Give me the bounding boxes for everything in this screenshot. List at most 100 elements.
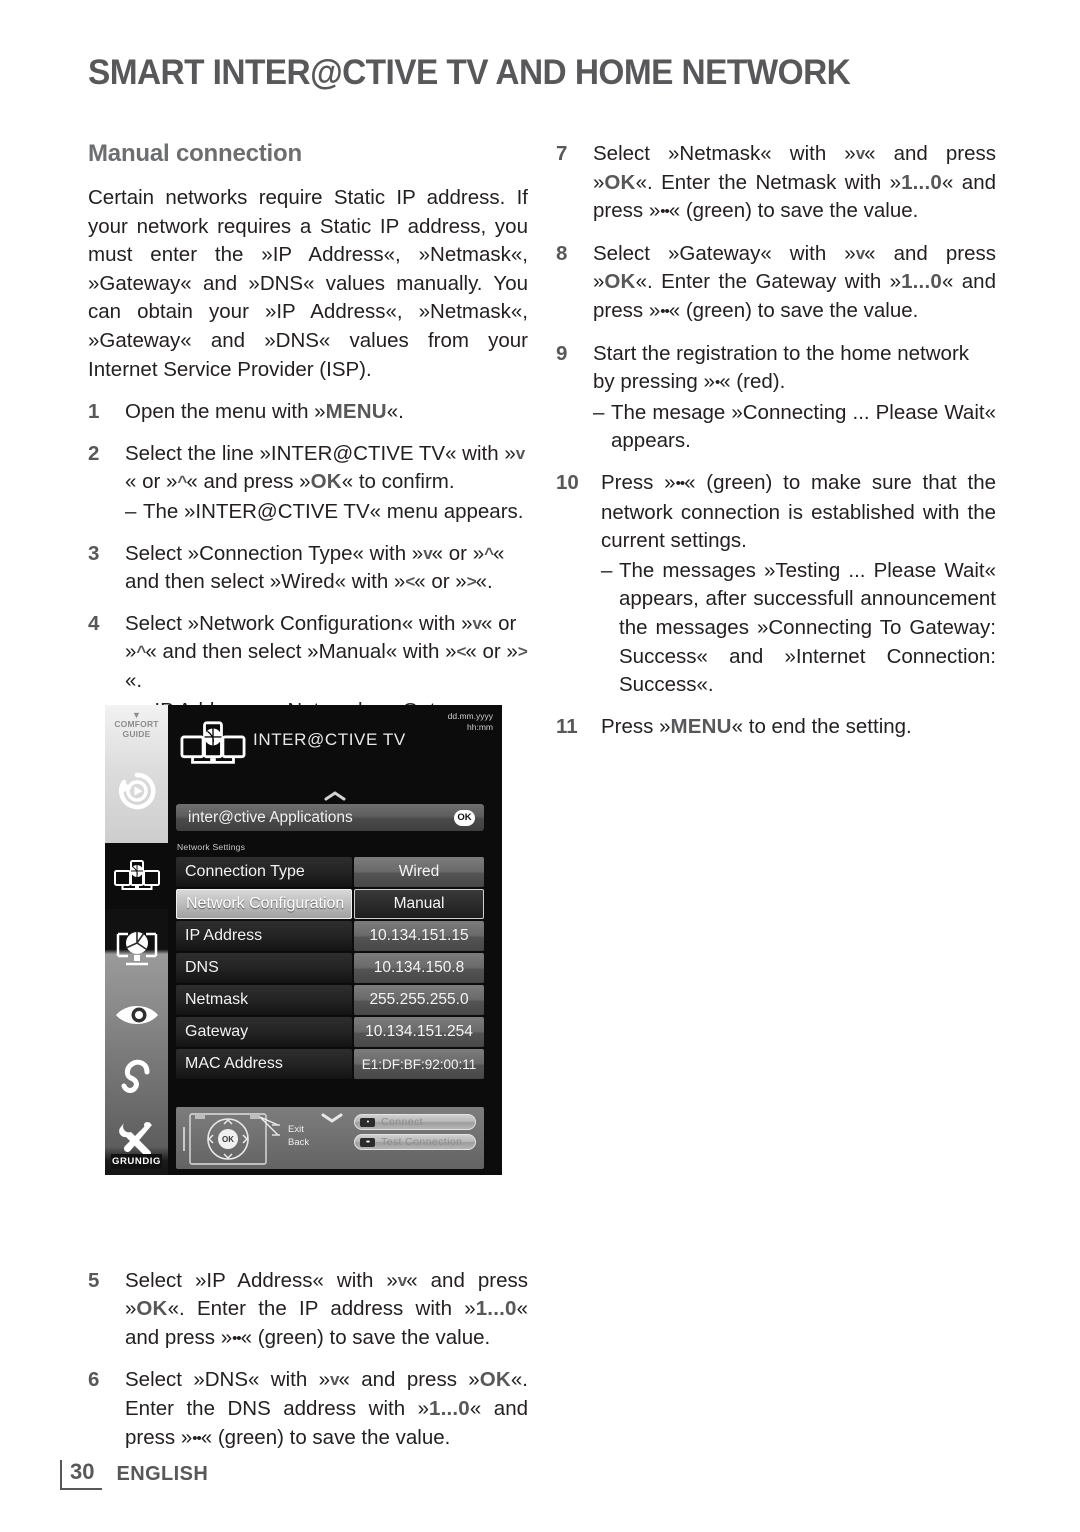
- step-text-part: Press »: [601, 470, 676, 494]
- arrow-down-icon: v: [855, 243, 866, 263]
- row-value: 10.134.150.8: [354, 953, 484, 983]
- arrow-right-icon: >: [466, 572, 477, 592]
- comfort-guide-label: ▼ COMFORT GUIDE: [105, 707, 168, 743]
- step-text: Open the menu with »MENU«.: [125, 398, 528, 427]
- step-number: 7: [556, 142, 568, 165]
- step-3: 3 Select »Connection Type« with »v« or »…: [88, 540, 528, 597]
- step-text-part: Select »DNS« with »: [125, 1368, 331, 1392]
- tv-sidebar: ▼ COMFORT GUIDE GRUNDIG: [105, 705, 168, 1175]
- row-label: DNS: [176, 953, 352, 983]
- step-text: Select »Connection Type« with »v« or »^«…: [125, 540, 528, 597]
- tv-header-logo: [178, 720, 248, 773]
- green-button-icon: ••: [660, 203, 669, 221]
- key-ok: OK: [310, 470, 342, 494]
- sidebar-item-vision[interactable]: [105, 987, 168, 1043]
- step-note: The mesage »Connecting ... Please Wait« …: [593, 399, 996, 456]
- interactive-applications-row[interactable]: inter@ctive Applications OK: [176, 804, 484, 831]
- step-text: Select »DNS« with »v« and press »OK«. En…: [125, 1366, 528, 1453]
- table-row[interactable]: IP Address 10.134.151.15: [176, 921, 484, 951]
- picture-settings-icon: [116, 932, 157, 966]
- tv-footer-bar: OK Exit Back • Connect •• Test Connectio…: [176, 1107, 484, 1169]
- step-text: Press »MENU« to end the setting.: [601, 713, 996, 742]
- step-text-part: «. Enter the IP address with »: [167, 1297, 476, 1321]
- step-number: 4: [88, 611, 100, 635]
- arrow-left-icon: <: [405, 572, 415, 592]
- green-button-icon: ••: [675, 474, 685, 492]
- row-value: Wired: [354, 857, 484, 887]
- red-button-icon: •: [360, 1117, 375, 1127]
- green-button-icon: ••: [232, 1329, 241, 1347]
- key-numeric: 1...0: [429, 1397, 470, 1421]
- page-footer: 30 ENGLISH: [60, 1460, 208, 1490]
- step-text-part: « and press »: [338, 1368, 480, 1392]
- row-value: Manual: [354, 889, 484, 919]
- green-button-icon: ••: [192, 1429, 201, 1447]
- table-row[interactable]: DNS 10.134.150.8: [176, 953, 484, 983]
- tv-date: dd.mm.yyyy: [447, 711, 493, 721]
- step-text-part: « or »: [465, 640, 518, 664]
- step-text-part: « (green) to save the value.: [668, 199, 919, 223]
- scroll-up-caret-icon[interactable]: [324, 791, 346, 801]
- arrow-down-icon: v: [472, 613, 483, 633]
- arrow-up-icon: ^: [136, 642, 146, 662]
- step-text: Select »Gateway« with »v« and press »OK«…: [593, 240, 996, 327]
- caret-up-icon: ▼: [132, 709, 141, 720]
- step-text: Start the registration to the home netwo…: [593, 340, 996, 398]
- table-row[interactable]: Netmask 255.255.255.0: [176, 985, 484, 1015]
- sidebar-item-audio[interactable]: [105, 1049, 168, 1109]
- step-11: 11 Press »MENU« to end the setting.: [556, 713, 996, 742]
- key-menu: MENU: [325, 400, 387, 424]
- arrow-down-icon: v: [397, 1270, 408, 1290]
- key-ok: OK: [604, 170, 636, 194]
- row-value: E1:DF:BF:92:00:11: [354, 1049, 484, 1079]
- table-row[interactable]: Connection Type Wired: [176, 857, 484, 887]
- sidebar-item-media[interactable]: [105, 751, 168, 831]
- arrow-down-icon: v: [855, 144, 866, 163]
- connect-button-label: Connect: [381, 1116, 423, 1128]
- step-text-part: «. Enter the Gateway with »: [635, 270, 902, 294]
- key-numeric: 1...0: [475, 1297, 517, 1321]
- step-number: 9: [556, 341, 568, 365]
- key-numeric: 1...0: [901, 270, 942, 294]
- sidebar-item-picture-settings[interactable]: [105, 917, 168, 979]
- table-row[interactable]: Gateway 10.134.151.254: [176, 1017, 484, 1047]
- tv-menu-screenshot: ▼ COMFORT GUIDE GRUNDIG dd.mm.yyyy hh:mm…: [105, 705, 502, 1175]
- row-value: 255.255.255.0: [354, 985, 484, 1015]
- step-text-part: Press »: [601, 714, 671, 738]
- step-text-part: « or »: [431, 541, 485, 565]
- step-text: Select the line »INTER@CTIVE TV« with »v…: [125, 440, 528, 497]
- interactive-applications-label: inter@ctive Applications: [188, 808, 353, 826]
- page-header: SMART INTER@CTIVE TV AND HOME NETWORK: [88, 46, 1008, 100]
- arrow-up-icon: ^: [484, 543, 494, 563]
- step-number: 1: [88, 400, 100, 424]
- comfort-guide-line1: COMFORT: [114, 718, 159, 729]
- sidebar-item-interactive-tv[interactable]: [105, 843, 168, 909]
- row-value: 10.134.151.254: [354, 1017, 484, 1047]
- media-play-icon: [118, 772, 155, 810]
- scroll-down-caret-icon[interactable]: [321, 1113, 343, 1123]
- key-ok: OK: [479, 1368, 511, 1392]
- table-row[interactable]: Network Configuration Manual: [176, 889, 484, 919]
- arrow-down-icon: v: [423, 543, 433, 563]
- exit-back-labels: Exit Back: [288, 1123, 309, 1149]
- step-number: 10: [556, 470, 579, 494]
- test-connection-button-label: Test Connection: [381, 1136, 463, 1148]
- key-ok: OK: [604, 270, 636, 294]
- table-row[interactable]: MAC Address E1:DF:BF:92:00:11: [176, 1049, 484, 1079]
- step-1: 1 Open the menu with »MENU«.: [88, 398, 528, 427]
- grundig-logo: GRUNDIG: [111, 1154, 162, 1169]
- step-text-part: « to end the setting.: [731, 714, 912, 738]
- step-text-part: Select »Network Configuration« with »: [125, 611, 473, 635]
- step-text-part: «.: [125, 668, 143, 692]
- connect-button[interactable]: • Connect: [354, 1114, 476, 1130]
- ear-icon: [121, 1059, 149, 1093]
- step-text: Press »••« (green) to make sure that the…: [601, 469, 996, 556]
- step-text-part: « (green) to save the value.: [668, 298, 919, 322]
- back-label: Back: [288, 1137, 310, 1148]
- row-label: IP Address: [176, 921, 352, 951]
- eye-icon: [115, 1006, 158, 1024]
- test-connection-button[interactable]: •• Test Connection: [354, 1134, 476, 1150]
- row-label: MAC Address: [176, 1049, 352, 1079]
- step-8: 8 Select »Gateway« with »v« and press »O…: [556, 240, 996, 327]
- step-text-part: « and press »: [186, 470, 311, 494]
